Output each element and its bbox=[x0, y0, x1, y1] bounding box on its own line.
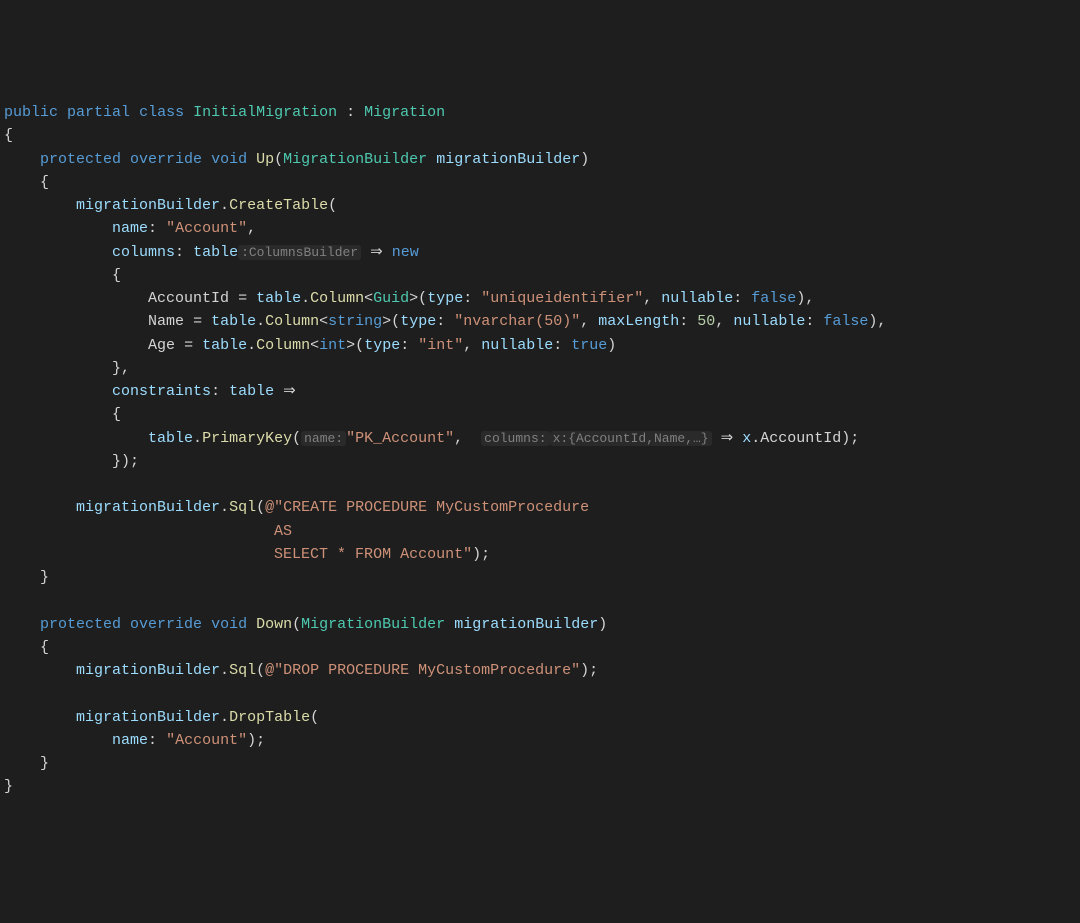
method-droptable: DropTable bbox=[229, 709, 310, 726]
sql-drop-proc: @"DROP PROCEDURE MyCustomProcedure" bbox=[265, 662, 580, 679]
prop-age: Age bbox=[148, 337, 175, 354]
keyword-override: override bbox=[130, 151, 202, 168]
keyword-class: class bbox=[139, 104, 184, 121]
arg-columns: columns bbox=[112, 244, 175, 261]
code-block: public partial class InitialMigration : … bbox=[4, 101, 1076, 799]
param-type: MigrationBuilder bbox=[283, 151, 427, 168]
lambda-arrow: ⇒ bbox=[370, 244, 383, 261]
brace-close: } bbox=[4, 778, 13, 795]
method-createtable: CreateTable bbox=[229, 197, 328, 214]
method-down: Down bbox=[256, 616, 292, 633]
inlay-hint-columns: columns: bbox=[481, 431, 549, 446]
string-account: "Account" bbox=[166, 220, 247, 237]
method-primarykey: PrimaryKey bbox=[202, 430, 292, 447]
keyword-protected: protected bbox=[40, 151, 121, 168]
prop-accountid: AccountId bbox=[148, 290, 229, 307]
param-name: migrationBuilder bbox=[436, 151, 580, 168]
keyword-public: public bbox=[4, 104, 58, 121]
method-up: Up bbox=[256, 151, 274, 168]
inlay-hint-columnsbuilder: :ColumnsBuilder bbox=[238, 245, 361, 260]
inlay-hint-x: x:{AccountId,Name,…} bbox=[550, 431, 712, 446]
sql-create-proc: @"CREATE PROCEDURE MyCustomProcedure bbox=[265, 499, 589, 516]
prop-name: Name bbox=[148, 313, 184, 330]
lambda-param-table: table bbox=[193, 244, 238, 261]
method-sql: Sql bbox=[229, 499, 256, 516]
builder-var: migrationBuilder bbox=[76, 197, 220, 214]
arg-constraints: constraints bbox=[112, 383, 211, 400]
brace-open: { bbox=[4, 127, 13, 144]
keyword-new: new bbox=[392, 244, 419, 261]
keyword-void: void bbox=[211, 151, 247, 168]
inlay-hint-name: name: bbox=[301, 431, 346, 446]
base-class: Migration bbox=[364, 104, 445, 121]
colon: : bbox=[346, 104, 355, 121]
arg-name: name bbox=[112, 220, 148, 237]
class-name: InitialMigration bbox=[193, 104, 337, 121]
keyword-partial: partial bbox=[67, 104, 130, 121]
